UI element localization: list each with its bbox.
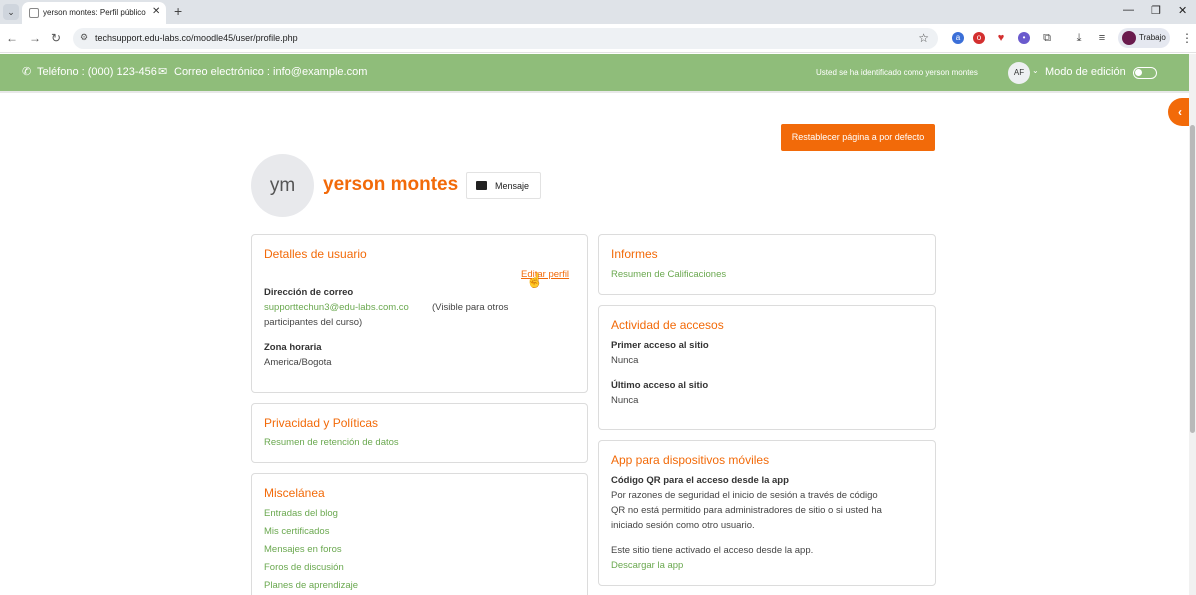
reports-title: Informes (611, 247, 658, 261)
header-email: Correo electrónico : info@example.com (174, 66, 368, 78)
extension-opera-icon[interactable]: o (973, 32, 985, 44)
download-app-link[interactable]: Descargar la app (611, 560, 683, 571)
url-text: techsupport.edu-labs.co/moodle45/user/pr… (95, 33, 298, 43)
blog-entries-link[interactable]: Entradas del blog (264, 508, 338, 519)
restore-icon[interactable]: ❐ (1151, 4, 1161, 17)
certificates-link[interactable]: Mis certificados (264, 526, 329, 537)
bookmark-star-icon[interactable]: ☆ (918, 31, 929, 45)
back-icon[interactable]: ← (6, 31, 18, 45)
address-bar[interactable]: ⚙ techsupport.edu-labs.co/moodle45/user/… (73, 28, 938, 49)
email-visibility-note-2: participantes del curso) (264, 317, 363, 328)
browser-toolbar: ← → ↻ ⚙ techsupport.edu-labs.co/moodle45… (0, 24, 1196, 53)
mail-icon: ✉ (158, 66, 168, 78)
last-access-value: Nunca (611, 395, 639, 406)
media-control-icon[interactable]: ≡ (1096, 32, 1108, 44)
phone-icon: ✆ (22, 66, 32, 78)
tab-list-chevron-icon[interactable]: ⌄ (3, 4, 19, 20)
close-window-icon[interactable]: ✕ (1178, 4, 1187, 17)
extensions-puzzle-icon[interactable]: ⧉ (1041, 32, 1053, 44)
extension-circle-icon[interactable]: • (1018, 32, 1030, 44)
header-divider (0, 91, 1189, 93)
header-phone: Teléfono : (000) 123-456 (37, 66, 157, 78)
qr-text-line-3: iniciado sesión como otro usuario. (611, 520, 755, 531)
profile-avatar-icon (1122, 31, 1136, 45)
browser-menu-icon[interactable]: ⋮ (1181, 31, 1193, 45)
reset-page-button[interactable]: Restablecer página a por defecto (781, 124, 935, 151)
learning-plans-link[interactable]: Planes de aprendizaje (264, 580, 358, 591)
qr-code-label: Código QR para el acceso desde la app (611, 475, 789, 486)
chevron-down-icon[interactable]: ⌄ (1032, 66, 1039, 75)
login-info: Usted se ha identificado como yerson mon… (816, 68, 978, 77)
access-activity-card: Actividad de accesos Primer acceso al si… (598, 305, 936, 430)
forum-posts-link[interactable]: Mensajes en foros (264, 544, 342, 555)
access-activity-title: Actividad de accesos (611, 318, 724, 332)
email-label: Dirección de correo (264, 287, 354, 298)
profile-label: Trabajo (1139, 33, 1166, 42)
qr-text-line-1: Por razones de seguridad el inicio de se… (611, 490, 878, 501)
app-enabled-text: Este sitio tiene activado el acceso desd… (611, 545, 814, 556)
mobile-app-title: App para dispositivos móviles (611, 453, 770, 467)
profile-avatar: ym (251, 154, 314, 217)
forward-icon[interactable]: → (29, 31, 41, 45)
user-details-card: Detalles de usuario Editar perfil Direcc… (251, 234, 588, 393)
user-details-title: Detalles de usuario (264, 247, 367, 261)
tab-title: yerson montes: Perfil público | T (43, 8, 147, 17)
first-access-label: Primer acceso al sitio (611, 340, 709, 351)
page-favicon-icon (29, 8, 39, 18)
profile-name: yerson montes (323, 174, 459, 195)
qr-text-line-2: QR no está permitido para administradore… (611, 505, 882, 516)
mouse-pointer-icon: ☝ (526, 272, 544, 288)
misc-card: Miscelánea Entradas del blog Mis certifi… (251, 473, 588, 595)
misc-title: Miscelánea (264, 486, 325, 500)
mobile-app-card: App para dispositivos móviles Código QR … (598, 440, 936, 586)
last-access-label: Último acceso al sitio (611, 380, 709, 391)
browser-profile-chip[interactable]: Trabajo (1118, 28, 1170, 48)
message-bubble-icon (476, 181, 487, 190)
email-visibility-note: (Visible para otros (432, 302, 509, 313)
privacy-card: Privacidad y Políticas Resumen de retenc… (251, 403, 588, 463)
message-button-label: Mensaje (495, 181, 530, 191)
extension-translate-icon[interactable]: a (952, 32, 964, 44)
reload-icon[interactable]: ↻ (51, 31, 61, 45)
timezone-value: America/Bogota (264, 357, 332, 368)
grades-overview-link[interactable]: Resumen de Calificaciones (611, 269, 726, 280)
site-info-icon[interactable]: ⚙ (80, 32, 88, 43)
browser-tab-bar: ⌄ yerson montes: Perfil público | T ✕ + … (0, 0, 1196, 24)
edit-mode-label: Modo de edición (1045, 66, 1126, 78)
email-link[interactable]: supporttechun3@edu-labs.com.co (264, 302, 409, 313)
privacy-title: Privacidad y Políticas (264, 416, 379, 430)
reports-card: Informes Resumen de Calificaciones (598, 234, 936, 295)
tab-close-icon[interactable]: ✕ (152, 6, 160, 17)
message-button[interactable]: Mensaje (466, 172, 541, 199)
downloads-icon[interactable]: ⤓ (1073, 32, 1085, 44)
minimize-icon[interactable]: — (1123, 4, 1134, 16)
scrollbar-thumb[interactable] (1190, 125, 1195, 433)
edit-mode-toggle[interactable] (1133, 67, 1157, 79)
site-header: ✆ Teléfono : (000) 123-456 ✉ Correo elec… (0, 54, 1189, 91)
data-retention-link[interactable]: Resumen de retención de datos (264, 437, 399, 448)
timezone-label: Zona horaria (264, 342, 322, 353)
first-access-value: Nunca (611, 355, 639, 366)
extension-heart-icon[interactable]: ♥ (995, 32, 1007, 44)
browser-tab[interactable]: yerson montes: Perfil público | T ✕ (22, 2, 166, 24)
forum-discussions-link[interactable]: Foros de discusión (264, 562, 344, 573)
new-tab-icon[interactable]: + (174, 3, 182, 19)
user-menu-avatar[interactable]: AF (1008, 62, 1030, 84)
